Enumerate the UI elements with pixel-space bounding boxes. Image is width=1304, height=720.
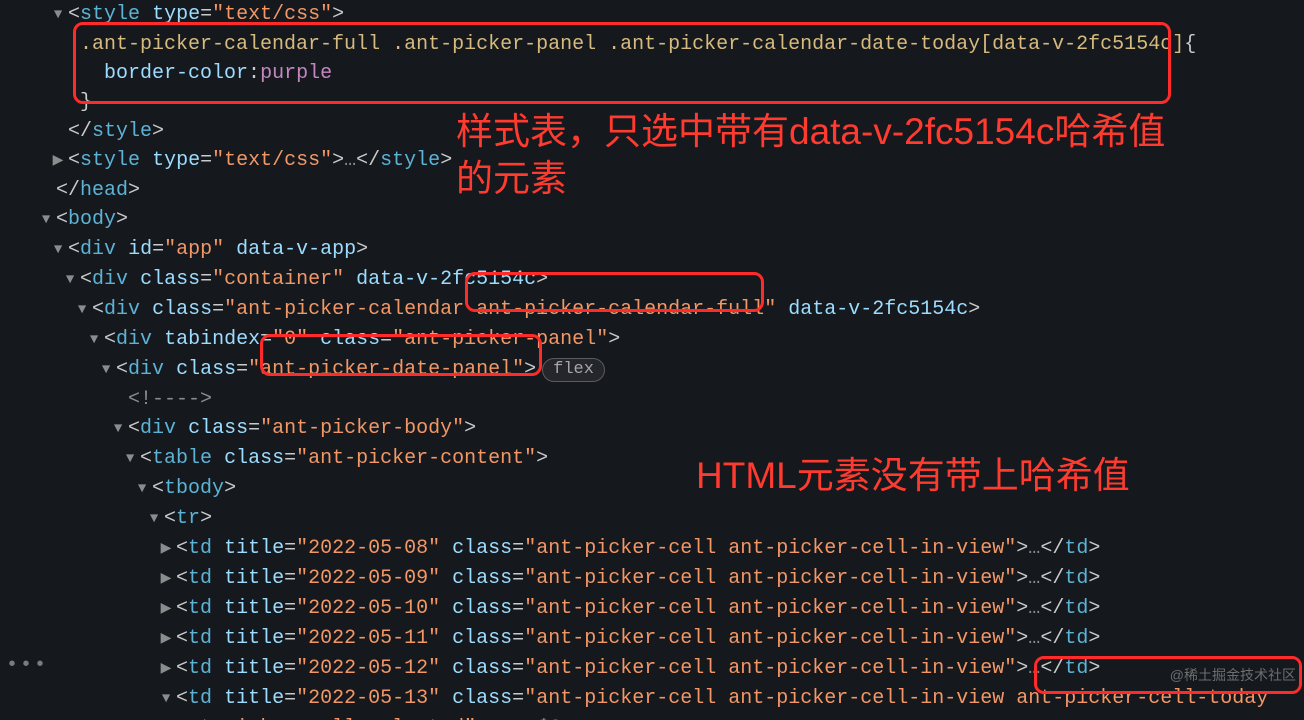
expand-toggle[interactable] <box>84 326 104 355</box>
dom-line-td[interactable]: <td title="2022-05-12" class="ant-picker… <box>0 654 1304 684</box>
dom-line-td[interactable]: <td title="2022-05-10" class="ant-picker… <box>0 594 1304 624</box>
expand-toggle[interactable] <box>96 356 116 385</box>
expand-toggle[interactable] <box>156 565 176 594</box>
attr-value-class: "ant-picker-cell ant-picker-cell-in-view… <box>524 657 1016 680</box>
css-decl-line[interactable]: border-color:purple <box>0 59 1304 88</box>
expand-toggle[interactable] <box>156 535 176 564</box>
expand-toggle[interactable] <box>132 475 152 504</box>
attr-value-class: "ant-picker-cell ant-picker-cell-in-view… <box>524 567 1016 590</box>
highlight-class: ant-picker-calendar-full" <box>476 298 776 321</box>
attr-value-title: "2022-05-08" <box>296 537 440 560</box>
expand-toggle[interactable] <box>72 296 92 325</box>
dom-line[interactable]: <div tabindex="0" class="ant-picker-pane… <box>0 325 1304 355</box>
dom-line-selected-cont[interactable]: ant-picker-cell-selected"> == $0 <box>0 714 1304 720</box>
expand-toggle[interactable] <box>48 1 68 30</box>
dom-line-td[interactable]: <td title="2022-05-11" class="ant-picker… <box>0 624 1304 654</box>
css-rule-line[interactable]: .ant-picker-calendar-full .ant-picker-pa… <box>0 30 1304 59</box>
tag-name: style <box>80 3 140 26</box>
annotation-stylesheet: 样式表，只选中带有data-v-2fc5154c哈希值 的元素 <box>456 108 1165 202</box>
expand-toggle[interactable] <box>156 625 176 654</box>
overflow-menu-icon[interactable]: ••• <box>6 651 48 680</box>
expand-toggle[interactable] <box>156 685 176 714</box>
dom-line-td[interactable]: <td title="2022-05-08" class="ant-picker… <box>0 534 1304 564</box>
attr-value-class: "ant-picker-cell ant-picker-cell-in-view… <box>524 627 1016 650</box>
attr-value-title: "2022-05-10" <box>296 597 440 620</box>
expand-toggle[interactable] <box>108 415 128 444</box>
attr-value-class: "ant-picker-cell ant-picker-cell-in-view… <box>524 537 1016 560</box>
css-property: border-color <box>104 62 248 85</box>
dom-line-selected-open[interactable]: <td title="2022-05-13" class="ant-picker… <box>0 684 1304 714</box>
attr-name: type <box>152 3 200 26</box>
expand-toggle[interactable] <box>60 266 80 295</box>
dom-line[interactable]: <style type="text/css"> <box>0 0 1304 30</box>
dom-line[interactable]: <div class="container" data-v-2fc5154c> <box>0 265 1304 295</box>
expand-toggle[interactable] <box>120 445 140 474</box>
dom-line[interactable]: <div class="ant-picker-calendar ant-pick… <box>0 295 1304 325</box>
expand-toggle[interactable] <box>36 206 56 235</box>
css-selector: .ant-picker-calendar-full .ant-picker-pa… <box>80 33 1184 56</box>
attr-value-title: "2022-05-11" <box>296 627 440 650</box>
attr-value-class: "ant-picker-cell ant-picker-cell-in-view… <box>524 597 1016 620</box>
watermark: @稀土掘金技术社区 <box>1170 661 1296 690</box>
attr-value-title: "2022-05-12" <box>296 657 440 680</box>
dom-line-td[interactable]: <td title="2022-05-09" class="ant-picker… <box>0 564 1304 594</box>
dom-line[interactable]: <div id="app" data-v-app> <box>0 235 1304 265</box>
expand-toggle[interactable] <box>144 505 164 534</box>
annotation-no-hash: HTML元素没有带上哈希值 <box>696 452 1130 499</box>
expand-toggle[interactable] <box>156 655 176 684</box>
flex-badge[interactable]: flex <box>542 358 605 382</box>
attr-value: "text/css" <box>212 3 332 26</box>
dom-line[interactable]: <tr> <box>0 504 1304 534</box>
dom-line[interactable]: <div class="ant-picker-date-panel">flex <box>0 355 1304 385</box>
highlight-class: ant-picker-cell-today <box>1004 687 1268 710</box>
dom-line[interactable]: <body> <box>0 205 1304 235</box>
css-value: purple <box>260 62 332 85</box>
expand-toggle[interactable] <box>48 236 68 265</box>
expand-toggle[interactable] <box>48 147 68 176</box>
dom-line[interactable]: <div class="ant-picker-body"> <box>0 414 1304 444</box>
highlight-class: "ant-picker-date-panel" <box>248 358 524 381</box>
dom-line[interactable]: <!----> <box>0 385 1304 414</box>
expand-toggle[interactable] <box>156 595 176 624</box>
attr-value-title: "2022-05-09" <box>296 567 440 590</box>
